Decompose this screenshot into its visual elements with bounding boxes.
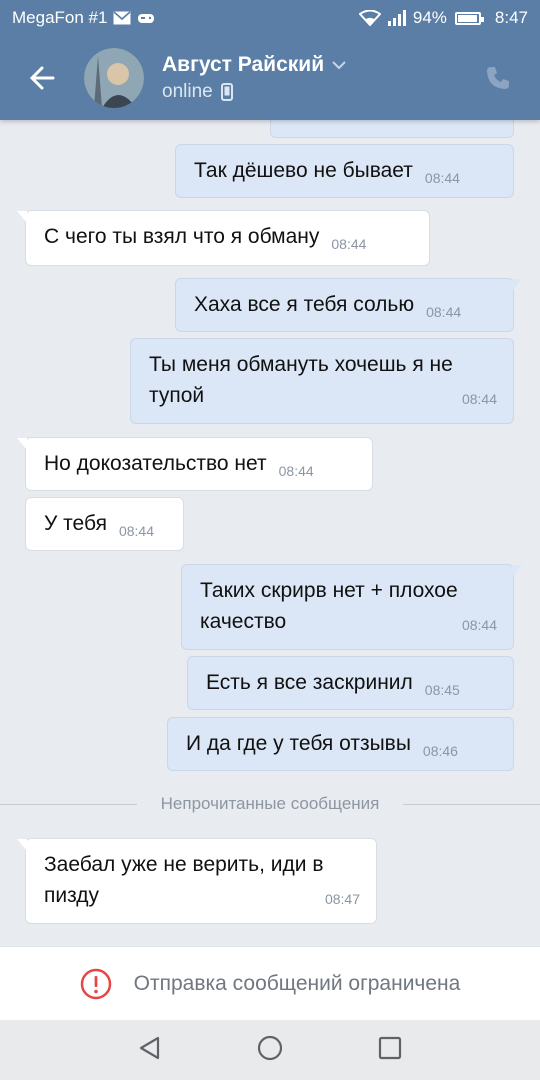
message-time: 08:46 [422,743,458,759]
battery-percent: 94% [412,8,447,27]
contact-info[interactable]: Август Райский online [162,53,346,103]
message-bubble-outgoing[interactable]: Таких скрирв нет + плохое качество 08:44 [181,564,522,650]
message-time: 08:44 [278,463,314,479]
status-bar: MegaFon #1 94% 8:47 [0,0,540,36]
phone-icon [487,67,509,89]
message-time: 08:47 [324,891,360,907]
square-recents-icon [379,1036,402,1059]
message-bubble-incoming[interactable]: С чего ты взял что я обману 08:44 [17,210,430,266]
message-text: Хаха все я тебя солью [194,293,415,316]
unread-divider-label: Непрочитанные сообщения [160,794,380,813]
message-text: Так дёшево не бывает [194,159,413,182]
message-bubble-outgoing[interactable]: И да где у тебя отзывы 08:46 [167,717,514,771]
contact-name: Август Райский [162,53,325,76]
message-text: И да где у тебя отзывы [186,732,411,755]
mail-icon [113,11,131,25]
carrier-label: MegaFon #1 [12,8,108,27]
message-text: У тебя [44,512,107,535]
chat-header: MegaFon #1 94% 8:47 Август Райский onlin… [0,0,540,120]
chevron-down-icon [332,61,346,70]
warning-icon [80,968,111,999]
message-bubble-incoming[interactable]: Заебал уже не верить, иди в пизду 08:47 [17,838,377,924]
message-text: Есть я все заскринил [206,671,413,694]
call-button[interactable] [478,58,518,98]
mobile-icon [220,83,233,101]
restricted-notice: Отправка сообщений ограничена [0,946,540,1020]
contact-status: online [162,81,213,102]
clock: 8:47 [494,8,528,27]
message-time: 08:44 [461,617,497,633]
app-bar: Август Райский online [0,36,540,120]
message-text: С чего ты взял что я обману [44,225,320,248]
message-bubble-incoming[interactable]: Но докозательство нет 08:44 [17,437,373,491]
message-bubble-outgoing[interactable]: Так дёшево не бывает 08:44 [175,144,514,198]
divider-line [0,803,137,805]
avatar[interactable] [84,48,144,108]
nav-home-button[interactable] [256,1034,284,1067]
unread-divider: Непрочитанные сообщения [0,788,540,820]
wifi-icon [358,10,381,26]
nav-recents-button[interactable] [377,1035,403,1066]
message-text: Ты меня обмануть хочешь я не тупой [149,353,453,407]
signal-icon [387,10,407,26]
message-text: Таких скрирв нет + плохое качество [200,579,458,633]
message-time: 08:45 [424,682,460,698]
message-bubble-outgoing[interactable]: Есть я все заскринил 08:45 [187,656,514,710]
message-bubble-incoming[interactable]: У тебя 08:44 [25,497,184,551]
message-time: 08:44 [331,236,367,252]
message-bubble-outgoing[interactable]: Ты меня обмануть хочешь я не тупой 08:44 [130,338,514,424]
message-text: Но докозательство нет [44,452,267,475]
circle-home-icon [257,1035,283,1060]
message-time: 08:44 [424,170,460,186]
triangle-back-icon [139,1036,159,1059]
arrow-left-icon [29,66,55,90]
nav-back-button[interactable] [137,1035,163,1066]
message-time: 08:44 [461,391,497,407]
message-text: Заебал уже не верить, иди в пизду [44,853,324,907]
divider-line [403,803,540,805]
message-time: 08:44 [118,523,154,539]
game-icon [137,11,155,25]
back-button[interactable] [0,36,84,120]
restricted-notice-text: Отправка сообщений ограничена [133,971,461,995]
system-nav-bar [0,1020,540,1080]
message-bubble-outgoing[interactable]: Хаха все я тебя солью 08:44 [175,278,522,332]
battery-icon [454,11,484,25]
message-time: 08:44 [426,304,462,320]
